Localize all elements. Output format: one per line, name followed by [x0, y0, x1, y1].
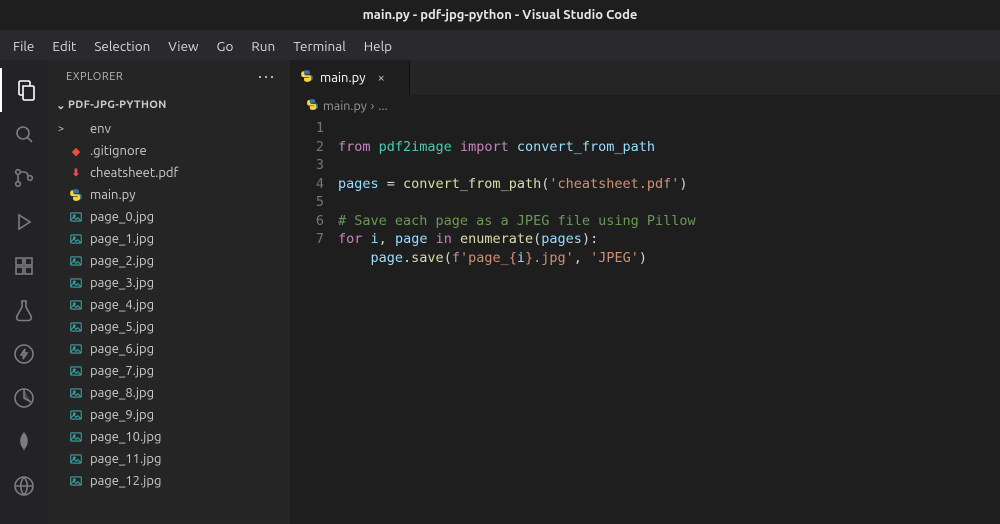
tree-item-label: cheatsheet.pdf — [90, 166, 178, 180]
remote-icon[interactable] — [0, 464, 48, 508]
code-content[interactable]: from pdf2image import convert_from_path … — [338, 119, 696, 267]
file-tree: > env ◆.gitignore⬇cheatsheet.pdf main.py pag… — [48, 116, 290, 492]
tree-item-label: page_10.jpg — [90, 430, 161, 444]
menu-file[interactable]: File — [4, 31, 43, 61]
tree-item-page-5-jpg[interactable]: page_5.jpg — [48, 316, 290, 338]
tree-item-label: page_6.jpg — [90, 342, 154, 356]
tree-item-label: page_12.jpg — [90, 474, 161, 488]
source-control-icon[interactable] — [0, 156, 48, 200]
close-tab-icon[interactable]: × — [378, 71, 385, 85]
menu-go[interactable]: Go — [208, 31, 243, 61]
tree-item-env[interactable]: > env — [48, 118, 290, 140]
breadcrumb-more: ... — [378, 99, 387, 113]
tab-label: main.py — [320, 71, 366, 85]
code-editor[interactable]: 1234567 from pdf2image import convert_fr… — [290, 117, 1000, 267]
menubar: File Edit Selection View Go Run Terminal… — [0, 30, 1000, 60]
python-icon — [300, 69, 314, 86]
tree-item-label: .gitignore — [90, 144, 147, 158]
tree-item-label: page_1.jpg — [90, 232, 154, 246]
python-icon — [306, 98, 319, 114]
sidebar: EXPLORER ⋯ ⌄ PDF-JPG-PYTHON > env ◆.gitign… — [48, 60, 290, 524]
breadcrumb[interactable]: main.py › ... — [290, 95, 1000, 117]
window-title-text: main.py - pdf-jpg-python - Visual Studio… — [363, 8, 638, 22]
tree-item-label: page_3.jpg — [90, 276, 154, 290]
activity-bar — [0, 60, 48, 524]
tree-item-label: page_5.jpg — [90, 320, 154, 334]
tree-item--gitignore[interactable]: ◆.gitignore — [48, 140, 290, 162]
editor-area: main.py × main.py › ... 1234567 from pdf… — [290, 60, 1000, 524]
menu-help[interactable]: Help — [355, 31, 401, 61]
folder-name: PDF-JPG-PYTHON — [68, 99, 167, 111]
chevron-right-icon: > — [54, 123, 68, 135]
line-gutter: 1234567 — [290, 119, 338, 267]
tree-item-page-1-jpg[interactable]: page_1.jpg — [48, 228, 290, 250]
tree-item-label: page_8.jpg — [90, 386, 154, 400]
tree-item-page-6-jpg[interactable]: page_6.jpg — [48, 338, 290, 360]
sidebar-header: EXPLORER ⋯ — [48, 60, 290, 94]
chevron-down-icon: ⌄ — [54, 99, 68, 112]
folder-header[interactable]: ⌄ PDF-JPG-PYTHON — [48, 94, 290, 116]
tree-item-page-9-jpg[interactable]: page_9.jpg — [48, 404, 290, 426]
tree-item-cheatsheet-pdf[interactable]: ⬇cheatsheet.pdf — [48, 162, 290, 184]
tree-item-page-0-jpg[interactable]: page_0.jpg — [48, 206, 290, 228]
mongodb-icon[interactable] — [0, 420, 48, 464]
thunder-icon[interactable] — [0, 332, 48, 376]
editor-tabs: main.py × — [290, 60, 1000, 95]
tree-item-main-py[interactable]: main.py — [48, 184, 290, 206]
tree-item-page-4-jpg[interactable]: page_4.jpg — [48, 294, 290, 316]
tab-mainpy[interactable]: main.py × — [290, 60, 410, 95]
tree-item-label: page_9.jpg — [90, 408, 154, 422]
tree-item-label: page_4.jpg — [90, 298, 154, 312]
tree-item-page-11-jpg[interactable]: page_11.jpg — [48, 448, 290, 470]
tree-item-page-2-jpg[interactable]: page_2.jpg — [48, 250, 290, 272]
menu-run[interactable]: Run — [242, 31, 284, 61]
menu-view[interactable]: View — [159, 31, 207, 61]
testing-icon[interactable] — [0, 288, 48, 332]
tree-item-page-8-jpg[interactable]: page_8.jpg — [48, 382, 290, 404]
tree-item-label: page_2.jpg — [90, 254, 154, 268]
sidebar-title: EXPLORER — [66, 71, 123, 83]
window-title: main.py - pdf-jpg-python - Visual Studio… — [0, 0, 1000, 30]
tree-item-page-3-jpg[interactable]: page_3.jpg — [48, 272, 290, 294]
search-icon[interactable] — [0, 112, 48, 156]
breadcrumb-file: main.py — [323, 99, 367, 113]
tree-item-page-7-jpg[interactable]: page_7.jpg — [48, 360, 290, 382]
tree-item-label: page_11.jpg — [90, 452, 161, 466]
breadcrumb-separator: › — [371, 99, 375, 113]
tree-item-label: main.py — [90, 188, 136, 202]
tree-item-label: page_7.jpg — [90, 364, 154, 378]
pie-icon[interactable] — [0, 376, 48, 420]
menu-selection[interactable]: Selection — [85, 31, 159, 61]
tree-item-page-10-jpg[interactable]: page_10.jpg — [48, 426, 290, 448]
tree-item-label: env — [90, 122, 111, 136]
run-debug-icon[interactable] — [0, 200, 48, 244]
files-icon[interactable] — [0, 68, 48, 112]
tree-item-label: page_0.jpg — [90, 210, 154, 224]
menu-terminal[interactable]: Terminal — [284, 31, 355, 61]
sidebar-more-icon[interactable]: ⋯ — [257, 67, 276, 88]
menu-edit[interactable]: Edit — [43, 31, 85, 61]
tree-item-page-12-jpg[interactable]: page_12.jpg — [48, 470, 290, 492]
extensions-icon[interactable] — [0, 244, 48, 288]
